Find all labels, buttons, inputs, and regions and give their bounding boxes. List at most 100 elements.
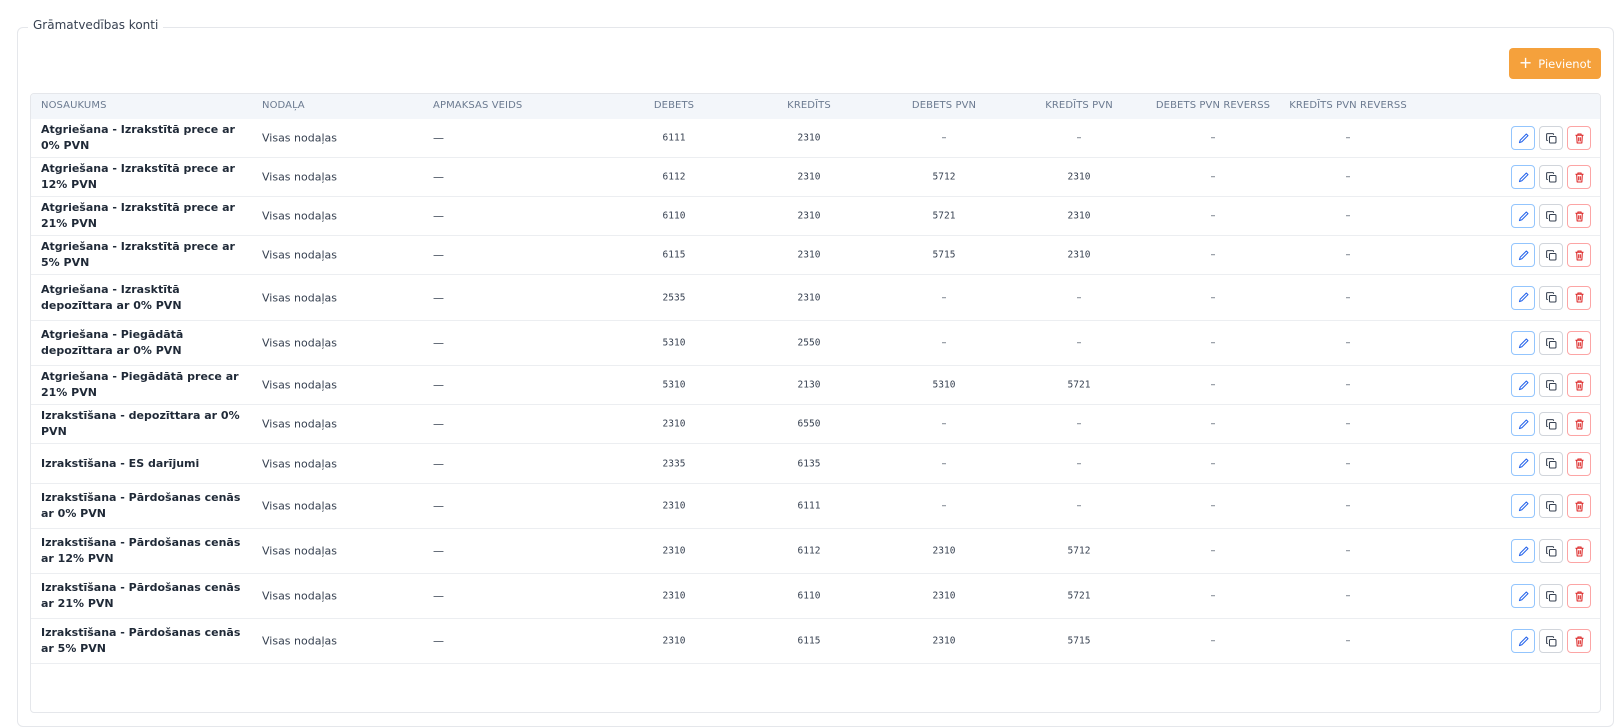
copy-button[interactable] <box>1539 204 1563 228</box>
edit-button[interactable] <box>1511 584 1535 608</box>
trash-icon <box>1573 545 1586 558</box>
header-name[interactable]: NOSAUKUMS <box>41 100 107 111</box>
copy-button[interactable] <box>1539 629 1563 653</box>
row-kredits-pvn: 5715 <box>1067 635 1091 647</box>
row-department: Visas nodaļas <box>262 457 337 470</box>
row-name: Atgriešana - Izrakstītā prece ar 21% PVN <box>41 201 235 230</box>
copy-button[interactable] <box>1539 243 1563 267</box>
edit-button[interactable] <box>1511 331 1535 355</box>
edit-button[interactable] <box>1511 285 1535 310</box>
trash-icon <box>1573 457 1586 470</box>
row-kredits: 2310 <box>797 171 821 183</box>
row-kredits: 6111 <box>797 500 821 512</box>
row-department: Visas nodaļas <box>262 336 337 350</box>
row-name: Izrakstīšana - Pārdošanas cenās ar 5% PV… <box>41 626 241 655</box>
copy-button[interactable] <box>1539 331 1563 355</box>
copy-button[interactable] <box>1539 451 1563 476</box>
copy-button[interactable] <box>1539 165 1563 189</box>
edit-button[interactable] <box>1511 165 1535 189</box>
delete-button[interactable] <box>1567 243 1591 267</box>
copy-icon <box>1545 210 1558 223</box>
edit-button[interactable] <box>1511 204 1535 228</box>
row-kredits: 6550 <box>797 418 821 430</box>
delete-button[interactable] <box>1567 494 1591 518</box>
row-debets: 2310 <box>662 500 686 512</box>
delete-button[interactable] <box>1567 584 1591 608</box>
row-debets-pvn: 5712 <box>932 171 956 183</box>
copy-button[interactable] <box>1539 126 1563 150</box>
delete-button[interactable] <box>1567 373 1591 397</box>
accounts-table: NOSAUKUMS NODAĻA APMAKSAS VEIDS DEBETS K… <box>30 93 1601 713</box>
row-debets-pvn: 5310 <box>932 379 956 391</box>
row-kredits: 2130 <box>797 379 821 391</box>
row-kredits: 2310 <box>797 132 821 144</box>
trash-icon <box>1573 291 1586 304</box>
delete-button[interactable] <box>1567 412 1591 436</box>
pencil-icon <box>1517 545 1530 558</box>
row-debets: 2310 <box>662 635 686 647</box>
copy-button[interactable] <box>1539 539 1563 563</box>
row-debets-rev: – <box>1210 379 1216 391</box>
row-debets-rev: – <box>1210 210 1216 222</box>
row-actions <box>1511 451 1591 476</box>
header-kredits[interactable]: KREDĪTS <box>787 100 831 111</box>
row-debets-pvn: 2310 <box>932 635 956 647</box>
delete-button[interactable] <box>1567 539 1591 563</box>
row-payment-type: — <box>433 170 444 184</box>
row-debets-pvn: – <box>941 418 947 430</box>
header-debets-pvn[interactable]: DEBETS PVN <box>912 100 976 111</box>
edit-button[interactable] <box>1511 451 1535 476</box>
delete-button[interactable] <box>1567 165 1591 189</box>
delete-button[interactable] <box>1567 629 1591 653</box>
edit-button[interactable] <box>1511 243 1535 267</box>
copy-icon <box>1545 457 1558 470</box>
delete-button[interactable] <box>1567 126 1591 150</box>
row-department: Visas nodaļas <box>262 544 337 558</box>
delete-button[interactable] <box>1567 331 1591 355</box>
row-debets-pvn: 5721 <box>932 210 956 222</box>
delete-button[interactable] <box>1567 204 1591 228</box>
copy-button[interactable] <box>1539 285 1563 310</box>
copy-button[interactable] <box>1539 412 1563 436</box>
row-kredits-pvn: – <box>1076 337 1082 349</box>
row-department: Visas nodaļas <box>262 634 337 648</box>
row-kredits-pvn: 5712 <box>1067 545 1091 557</box>
row-kredits-rev: – <box>1345 249 1351 261</box>
row-department: Visas nodaļas <box>262 589 337 603</box>
pencil-icon <box>1517 590 1530 603</box>
trash-icon <box>1573 249 1586 262</box>
header-debets-pvn-reverss[interactable]: DEBETS PVN REVERSS <box>1156 100 1270 111</box>
row-actions <box>1511 494 1591 518</box>
row-kredits-rev: – <box>1345 590 1351 602</box>
delete-button[interactable] <box>1567 285 1591 310</box>
edit-button[interactable] <box>1511 126 1535 150</box>
edit-button[interactable] <box>1511 412 1535 436</box>
copy-button[interactable] <box>1539 373 1563 397</box>
row-name: Izrakstīšana - ES darījumi <box>41 456 200 470</box>
row-kredits-pvn: 2310 <box>1067 249 1091 261</box>
row-payment-type: — <box>433 499 444 513</box>
edit-button[interactable] <box>1511 373 1535 397</box>
row-debets-pvn: 2310 <box>932 590 956 602</box>
delete-button[interactable] <box>1567 451 1591 476</box>
header-debets[interactable]: DEBETS <box>654 100 694 111</box>
edit-button[interactable] <box>1511 494 1535 518</box>
add-button-label: Pievienot <box>1538 56 1592 71</box>
row-name: Atgriešana - Piegādātā depozīttara ar 0%… <box>41 328 184 357</box>
header-kredits-pvn[interactable]: KREDĪTS PVN <box>1045 100 1113 111</box>
copy-icon <box>1545 545 1558 558</box>
copy-button[interactable] <box>1539 494 1563 518</box>
copy-icon <box>1545 418 1558 431</box>
header-payment-type[interactable]: APMAKSAS VEIDS <box>433 100 522 111</box>
header-kredits-pvn-reverss[interactable]: KREDĪTS PVN REVERSS <box>1289 100 1407 111</box>
row-debets-rev: – <box>1210 337 1216 349</box>
header-department[interactable]: NODAĻA <box>262 100 305 111</box>
edit-button[interactable] <box>1511 539 1535 563</box>
add-button[interactable]: + Pievienot <box>1509 48 1601 79</box>
row-kredits-rev: – <box>1345 171 1351 183</box>
row-actions <box>1511 331 1591 355</box>
edit-button[interactable] <box>1511 629 1535 653</box>
copy-button[interactable] <box>1539 584 1563 608</box>
row-debets-rev: – <box>1210 635 1216 647</box>
row-kredits-rev: – <box>1345 635 1351 647</box>
